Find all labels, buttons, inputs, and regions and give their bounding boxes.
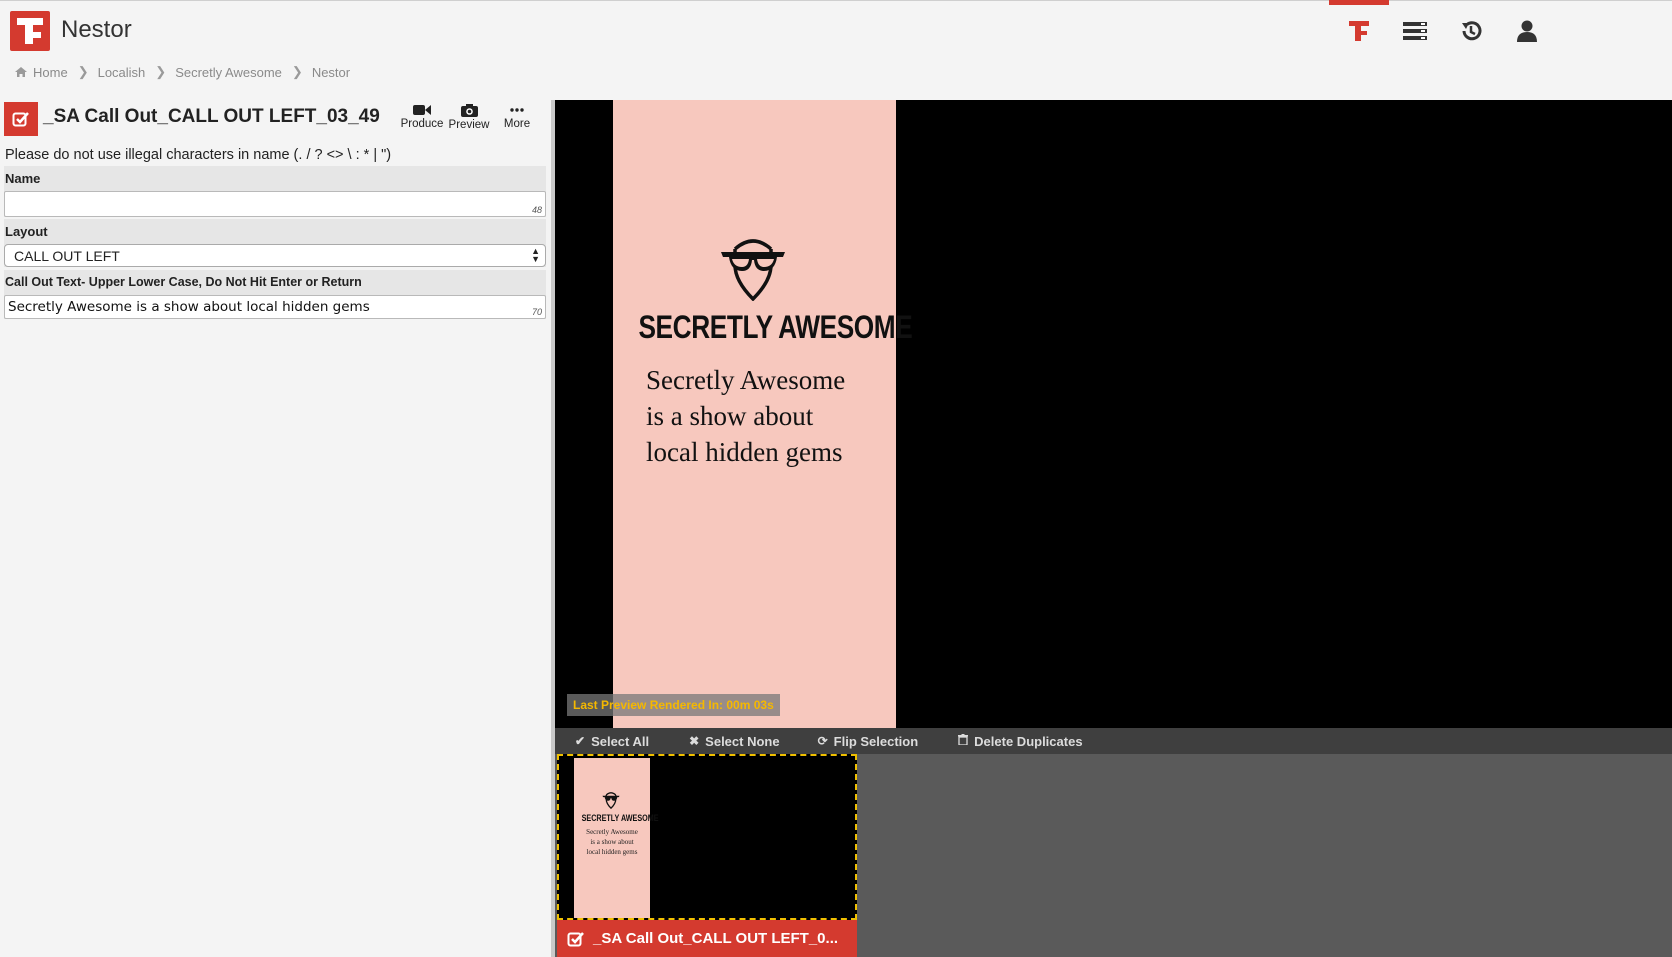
- refresh-icon: ⟳: [817, 734, 828, 748]
- layout-select[interactable]: CALL OUT LEFT ▲ ▼: [4, 244, 546, 267]
- sunglasses-pin-icon: [602, 791, 620, 814]
- layout-field-group: Layout CALL OUT LEFT ▲ ▼: [4, 219, 546, 267]
- select-none-button[interactable]: ✖ Select None: [689, 734, 779, 749]
- selection-toolbar: ✔ Select All ✖ Select None ⟳ Flip Select…: [555, 728, 1672, 754]
- chevron-right-icon: ❯: [291, 64, 303, 79]
- thumbnail-text: Secretly Awesome is a show about local h…: [586, 828, 638, 856]
- preview-label: Preview: [448, 119, 490, 131]
- thumbnail-title: _SA Call Out_CALL OUT LEFT_0...: [593, 930, 839, 947]
- name-char-limit: 48: [531, 205, 542, 215]
- callout-char-limit: 70: [531, 307, 542, 317]
- brand-logo-icon[interactable]: [1329, 0, 1389, 62]
- name-label: Name: [5, 171, 41, 186]
- poster-callout-text: Secretly Awesome is a show about local h…: [646, 362, 886, 470]
- chevron-right-icon: ❯: [77, 64, 89, 79]
- layout-label: Layout: [5, 224, 48, 239]
- user-icon[interactable]: [1497, 0, 1557, 62]
- asset-thumbnail[interactable]: SECRETLY AWESOME Secretly Awesome is a s…: [557, 754, 857, 957]
- thumbnail-label[interactable]: _SA Call Out_CALL OUT LEFT_0...: [557, 920, 857, 957]
- thumbnail-image: SECRETLY AWESOME Secretly Awesome is a s…: [557, 754, 857, 920]
- thumbnail-poster: SECRETLY AWESOME Secretly Awesome is a s…: [574, 758, 659, 918]
- chevron-right-icon: ❯: [155, 64, 167, 79]
- breadcrumb-localish[interactable]: Localish: [98, 65, 146, 80]
- camera-icon: [460, 104, 478, 117]
- sunglasses-pin-icon: [719, 235, 787, 306]
- home-icon[interactable]: [15, 65, 27, 80]
- produce-button[interactable]: Produce: [398, 102, 446, 130]
- more-label: More: [503, 118, 531, 130]
- callout-field-group: Call Out Text- Upper Lower Case, Do Not …: [4, 270, 546, 319]
- asset-title: _SA Call Out_CALL OUT LEFT_03_49: [43, 106, 380, 127]
- delete-duplicates-button[interactable]: Delete Duplicates: [958, 734, 1083, 749]
- video-camera-icon: [413, 105, 431, 115]
- more-button[interactable]: More: [493, 102, 541, 130]
- poster-line: is a show about: [646, 401, 814, 431]
- breadcrumb: Home ❯ Localish ❯ Secretly Awesome ❯ Nes…: [15, 64, 350, 80]
- poster-line: local hidden gems: [646, 437, 843, 467]
- thumbnail-strip: SECRETLY AWESOME Secretly Awesome is a s…: [555, 754, 1672, 957]
- callout-label: Call Out Text- Upper Lower Case, Do Not …: [5, 275, 362, 289]
- close-icon: ✖: [689, 734, 700, 748]
- thumbnail-brand: SECRETLY AWESOME: [581, 813, 659, 823]
- name-field-group: Name 48: [4, 166, 546, 217]
- poster-line: Secretly Awesome: [646, 365, 846, 395]
- preview-button[interactable]: Preview: [445, 102, 493, 131]
- app-title: Nestor: [61, 16, 132, 43]
- poster-preview: SECRETLY AWESOME Secretly Awesome is a s…: [613, 100, 913, 728]
- breadcrumb-nestor[interactable]: Nestor: [312, 65, 350, 80]
- list-icon[interactable]: [1385, 0, 1445, 62]
- checkbox-icon[interactable]: [567, 930, 585, 948]
- name-input[interactable]: 48: [4, 191, 546, 217]
- app-logo[interactable]: [10, 11, 50, 51]
- select-all-button[interactable]: ✔ Select All: [575, 734, 649, 749]
- render-time-badge: Last Preview Rendered In: 00m 03s: [567, 694, 780, 716]
- poster-brand-title: SECRETLY AWESOME: [638, 309, 913, 345]
- breadcrumb-home[interactable]: Home: [33, 65, 68, 80]
- checkbox-icon: [12, 112, 29, 127]
- select-arrows-icon: ▲ ▼: [531, 246, 540, 264]
- produce-label: Produce: [400, 118, 444, 130]
- flip-selection-button[interactable]: ⟳ Flip Selection: [818, 734, 919, 749]
- callout-text-input[interactable]: Secretly Awesome is a show about local h…: [4, 295, 546, 319]
- breadcrumb-secretly-awesome[interactable]: Secretly Awesome: [175, 65, 282, 80]
- history-icon[interactable]: [1441, 0, 1501, 62]
- illegal-characters-warning: Please do not use illegal characters in …: [5, 147, 392, 163]
- ellipsis-icon: [510, 108, 524, 112]
- preview-canvas: SECRETLY AWESOME Secretly Awesome is a s…: [555, 100, 1672, 728]
- check-icon: ✔: [575, 734, 586, 748]
- trash-icon: [958, 734, 969, 748]
- asset-select-checkbox[interactable]: [4, 102, 38, 136]
